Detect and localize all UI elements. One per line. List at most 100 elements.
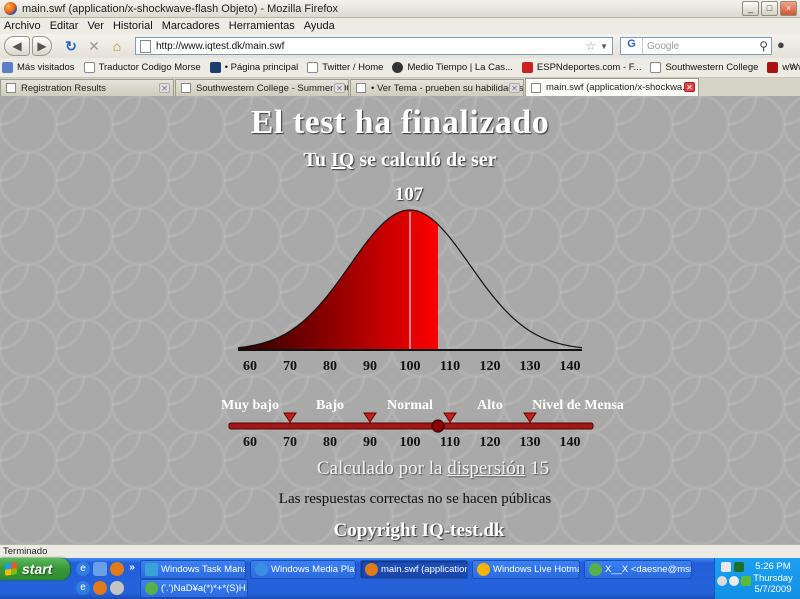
firefox-icon xyxy=(4,2,17,15)
tab-page-icon xyxy=(181,83,191,93)
bookmark-item[interactable]: ESPNdeportes.com - F... xyxy=(521,62,641,73)
menu-ver[interactable]: Ver xyxy=(87,20,104,32)
taskbar-msn-chat[interactable]: X__X <daesne@msn.... xyxy=(584,560,692,579)
start-button[interactable]: start xyxy=(0,558,70,580)
chrome-icon xyxy=(477,563,490,576)
scale-tick-label: 90 xyxy=(363,435,377,450)
url-dropdown-icon[interactable]: ▼ xyxy=(600,42,608,51)
menu-archivo[interactable]: Archivo xyxy=(4,20,41,32)
scale-tick-label: 130 xyxy=(520,435,541,450)
classification-label: Bajo xyxy=(316,398,344,413)
maximize-button[interactable]: □ xyxy=(761,1,778,16)
media-player-icon xyxy=(255,563,268,576)
dispersion-link[interactable]: dispersión xyxy=(447,458,525,479)
menu-marcadores[interactable]: Marcadores xyxy=(162,20,220,32)
copyright-text[interactable]: Copyright IQ-test.dk xyxy=(0,520,800,542)
menu-herramientas[interactable]: Herramientas xyxy=(229,20,295,32)
tray-arrow-icon[interactable] xyxy=(717,576,727,586)
x-tick-label: 100 xyxy=(400,359,421,374)
search-input[interactable]: G Google ⚲ xyxy=(620,37,772,55)
flash-content[interactable]: El test ha finalizado Tu IQ se calculó d… xyxy=(0,96,800,544)
quicklaunch-firefox-icon[interactable] xyxy=(110,562,124,576)
bookmark-item[interactable]: Twitter / Home xyxy=(307,62,383,73)
system-clock[interactable]: 5:26 PM Thursday 5/7/2009 xyxy=(747,561,799,596)
window-controls: _ □ × xyxy=(742,1,797,16)
tab-southwestern[interactable]: Southwestern College - Summer 2009 ...✕ xyxy=(175,79,349,96)
boundary-marker xyxy=(283,412,297,423)
tab-close-icon[interactable]: ✕ xyxy=(334,83,345,93)
tab-main-swf[interactable]: main.swf (application/x-shockwa... ✕ xyxy=(525,78,699,96)
boundary-marker xyxy=(363,412,377,423)
addon-icon[interactable]: ● xyxy=(777,37,785,52)
tab-ver-tema[interactable]: • Ver Tema - prueben su habilidades ✕ xyxy=(350,79,524,96)
quicklaunch-overflow-icon[interactable]: » xyxy=(125,561,139,575)
home-icon[interactable]: ⌂ xyxy=(106,36,128,56)
tab-page-icon xyxy=(356,83,366,93)
tab-page-icon xyxy=(6,83,16,93)
tab-close-icon[interactable]: ✕ xyxy=(509,83,520,93)
quicklaunch-ie-icon[interactable]: e xyxy=(76,562,90,576)
scale-tick-label: 110 xyxy=(440,435,460,450)
url-text: http://www.iqtest.dk/main.swf xyxy=(156,40,285,52)
boundary-marker xyxy=(443,412,457,423)
classification-label: Nivel de Mensa xyxy=(532,398,624,413)
status-bar: Terminado xyxy=(0,544,800,558)
bookmark-item[interactable]: • Página principal xyxy=(209,62,298,73)
system-tray: 5:26 PM Thursday 5/7/2009 xyxy=(714,558,800,599)
tray-media-icon[interactable] xyxy=(729,576,739,586)
bookmark-page-icon xyxy=(650,62,662,73)
x-tick-label: 60 xyxy=(243,359,257,374)
taskbar-msn-chat-2[interactable]: ('.')NaD¥a(*)*+*(S)H... xyxy=(140,579,248,598)
back-button[interactable]: ◀ xyxy=(4,36,30,56)
x-tick-label: 70 xyxy=(283,359,297,374)
tab-page-icon xyxy=(531,82,541,93)
tray-network-icon[interactable] xyxy=(721,562,731,572)
score-area xyxy=(238,210,438,350)
minimize-button[interactable]: _ xyxy=(742,1,759,16)
taskbar-task-manager[interactable]: Windows Task Manager xyxy=(140,560,246,579)
bookmark-item[interactable]: Southwestern College xyxy=(650,62,758,73)
menu-ayuda[interactable]: Ayuda xyxy=(304,20,335,32)
scale-tick-label: 60 xyxy=(243,435,257,450)
taskbar-hotmail[interactable]: Windows Live Hotmail... xyxy=(472,560,580,579)
bookmark-item[interactable]: Traductor Codigo Morse xyxy=(83,62,201,73)
menu-bar: Archivo Editar Ver Historial Marcadores … xyxy=(0,18,800,34)
url-input[interactable]: http://www.iqtest.dk/main.swf ☆ ▼ xyxy=(135,37,613,55)
classification-label: Normal xyxy=(387,398,433,413)
quicklaunch-desktop-icon[interactable] xyxy=(93,562,107,576)
tray-monitor-icon[interactable] xyxy=(734,562,744,572)
taskbar-firefox[interactable]: main.swf (application... xyxy=(360,560,468,579)
stop-icon[interactable]: ✕ xyxy=(83,36,105,56)
bookmark-item[interactable]: Más visitados xyxy=(2,62,75,73)
forward-button[interactable]: ▶ xyxy=(32,36,52,56)
window-title: main.swf (application/x-shockwave-flash … xyxy=(22,2,339,15)
close-button[interactable]: × xyxy=(780,1,797,16)
x-tick-label: 110 xyxy=(440,359,460,374)
bookmark-shield-icon xyxy=(209,62,221,73)
quicklaunch-firefox2-icon[interactable] xyxy=(93,581,107,595)
menu-historial[interactable]: Historial xyxy=(113,20,153,32)
bookmarks-overflow-icon[interactable]: » xyxy=(790,61,796,72)
tab-close-icon[interactable]: ✕ xyxy=(159,83,170,93)
x-tick-label: 140 xyxy=(560,359,581,374)
tab-registration-results[interactable]: Registration Results ✕ xyxy=(0,79,174,96)
quicklaunch-ie2-icon[interactable]: e xyxy=(76,581,90,595)
taskbar-media-player[interactable]: Windows Media Player xyxy=(250,560,356,579)
dispersion-text: Calculado por la dispersión 15 xyxy=(316,458,550,479)
reload-icon[interactable]: ↻ xyxy=(60,36,82,56)
iq-distribution-chart: 60 70 80 90 100 110 120 130 140 Muy bajo Bajo Norm… xyxy=(221,209,624,450)
bookmark-folder-icon xyxy=(2,62,13,73)
bookmark-item[interactable]: Medio Tiempo | La Cas... xyxy=(392,62,513,73)
classification-bar xyxy=(228,422,594,430)
scale-tick-label: 100 xyxy=(400,435,421,450)
bookmark-star-icon[interactable]: ☆ xyxy=(585,39,596,53)
menu-editar[interactable]: Editar xyxy=(50,20,79,32)
tab-bar: Registration Results ✕ Southwestern Colle… xyxy=(0,78,800,96)
search-icon[interactable]: ⚲ xyxy=(759,39,771,53)
scale-tick-label: 80 xyxy=(323,435,337,450)
classification-label: Alto xyxy=(477,398,503,413)
tab-close-icon[interactable]: ✕ xyxy=(684,82,695,92)
msn-icon xyxy=(145,582,158,595)
search-engine-icon[interactable]: G xyxy=(621,38,643,54)
quicklaunch-media-icon[interactable] xyxy=(110,581,124,595)
